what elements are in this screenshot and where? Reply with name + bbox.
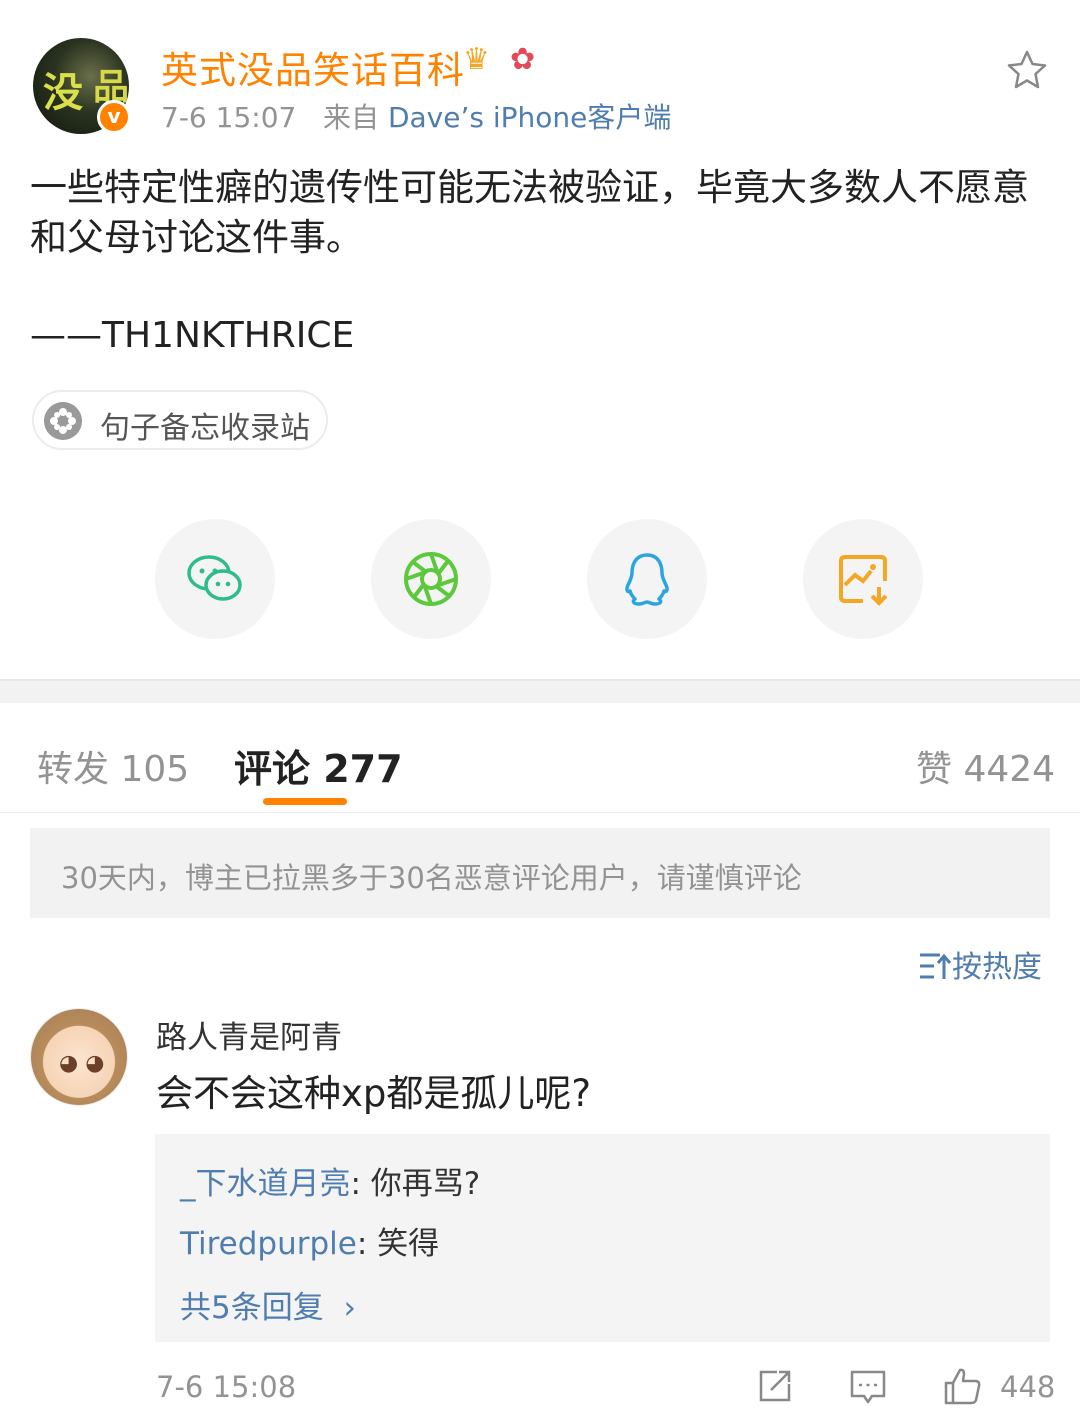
- share-wechat-button[interactable]: [155, 519, 275, 639]
- post-source[interactable]: Dave’s iPhone客户端: [388, 101, 671, 134]
- comment-like-count: 448: [1000, 1370, 1056, 1404]
- moments-icon: [404, 552, 458, 606]
- reply-text: : 笑得: [356, 1226, 440, 1262]
- reply-author[interactable]: Tiredpurple: [180, 1226, 357, 1262]
- repost-icon[interactable]: [755, 1366, 795, 1406]
- tab-repost[interactable]: 转发 105: [37, 740, 189, 792]
- sort-label: 按热度: [952, 950, 1042, 985]
- tab-comments[interactable]: 评论 277: [234, 738, 403, 793]
- more-replies-label: 共5条回复: [180, 1290, 324, 1326]
- qq-icon: [625, 553, 669, 606]
- favorite-star-icon[interactable]: [1005, 48, 1049, 92]
- source-prefix: 来自: [323, 101, 380, 134]
- chevron-right-icon: ›: [333, 1290, 356, 1326]
- tab-likes[interactable]: 赞 4424: [916, 740, 1055, 792]
- comment-text: 会不会这种xp都是孤儿呢?: [156, 1072, 592, 1115]
- active-tab-indicator: [263, 798, 347, 805]
- topic-icon: [44, 402, 82, 440]
- like-icon[interactable]: [942, 1366, 982, 1406]
- more-replies-link[interactable]: 共5条回复 ›: [180, 1282, 356, 1327]
- reply-item[interactable]: _下水道月亮: 你再骂?: [180, 1158, 480, 1203]
- comment-icon[interactable]: [848, 1366, 888, 1406]
- commenter-name[interactable]: 路人青是阿青: [156, 1012, 342, 1057]
- save-image-button[interactable]: [803, 519, 923, 639]
- topic-label: 句子备忘收录站: [100, 411, 310, 446]
- share-qq-button[interactable]: [587, 519, 707, 639]
- tab-divider: [0, 812, 1080, 813]
- save-image-icon: [839, 555, 888, 606]
- section-divider: [0, 679, 1080, 703]
- share-moments-button[interactable]: [371, 519, 491, 639]
- reply-author[interactable]: _下水道月亮: [180, 1166, 351, 1202]
- crown-icon: ♛: [463, 42, 490, 77]
- post-signature: ——TH1NKTHRICE: [30, 315, 355, 356]
- verified-badge-icon: v: [97, 100, 131, 134]
- notice-text: 30天内，博主已拉黑多于30名恶意评论用户，请谨慎评论: [61, 861, 802, 895]
- commenter-avatar[interactable]: ◕ ◕: [30, 1008, 128, 1106]
- comment-notice: 30天内，博主已拉黑多于30名恶意评论用户，请谨慎评论: [30, 828, 1050, 918]
- bow-icon: ✿: [510, 42, 536, 77]
- post-text: 一些特定性癖的遗传性可能无法被验证，毕竟大多数人不愿意和父母讨论这件事。: [30, 166, 1029, 259]
- wechat-icon: [187, 555, 242, 601]
- topic-tag[interactable]: 句子备忘收录站: [32, 390, 328, 450]
- post-meta: 7-6 15:07 来自 Dave’s iPhone客户端: [161, 96, 671, 136]
- comment-time: 7-6 15:08: [156, 1370, 297, 1404]
- post-time: 7-6 15:07: [161, 101, 297, 134]
- sort-button[interactable]: 按热度: [918, 942, 1042, 986]
- author-name[interactable]: 英式没品笑话百科: [161, 40, 465, 94]
- sort-icon: [920, 953, 952, 979]
- replies-box[interactable]: _下水道月亮: 你再骂? Tiredpurple: 笑得 共5条回复 ›: [155, 1134, 1050, 1342]
- reply-item[interactable]: Tiredpurple: 笑得: [180, 1218, 439, 1263]
- reply-text: : 你再骂?: [350, 1166, 481, 1202]
